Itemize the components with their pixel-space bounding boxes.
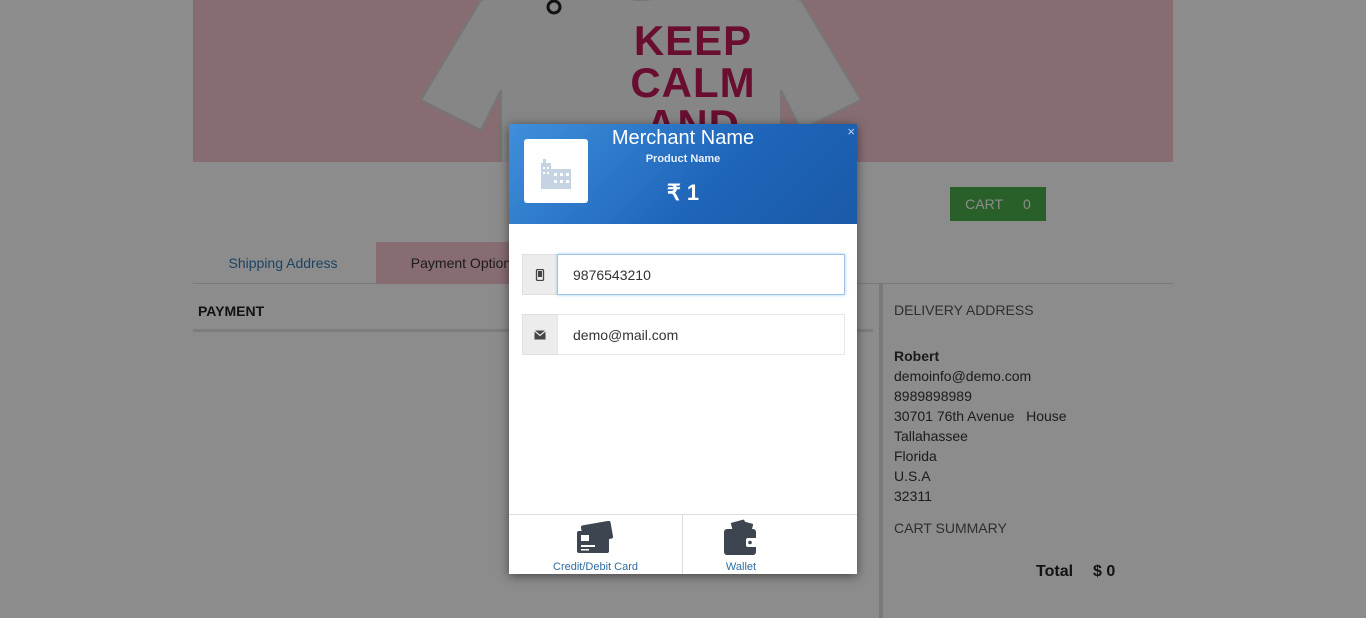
payment-options: Credit/Debit Card Wallet: [509, 514, 857, 574]
credit-card-icon: [576, 521, 613, 553]
payment-amount: ₹ 1: [666, 180, 700, 205]
close-icon[interactable]: ×: [847, 124, 855, 139]
phone-input[interactable]: [557, 254, 845, 295]
payment-modal: Merchant Name Product Name ₹ 1 × 9876543…: [509, 124, 857, 574]
modal-header: Merchant Name Product Name ₹ 1 ×: [509, 124, 857, 224]
email-input[interactable]: [557, 314, 845, 355]
option-wallet[interactable]: Wallet: [683, 515, 799, 574]
product-name: Product Name: [645, 153, 721, 165]
phone-field: [522, 254, 845, 295]
option-credit-debit-card[interactable]: Credit/Debit Card: [509, 515, 683, 574]
wallet-icon: [724, 519, 758, 555]
envelope-icon: [522, 314, 558, 355]
merchant-name: Merchant Name: [611, 127, 755, 149]
credit-debit-card-label: Credit/Debit Card: [553, 561, 638, 573]
wallet-label: Wallet: [725, 561, 757, 573]
mobile-icon: [522, 254, 558, 295]
email-field: [522, 314, 845, 355]
